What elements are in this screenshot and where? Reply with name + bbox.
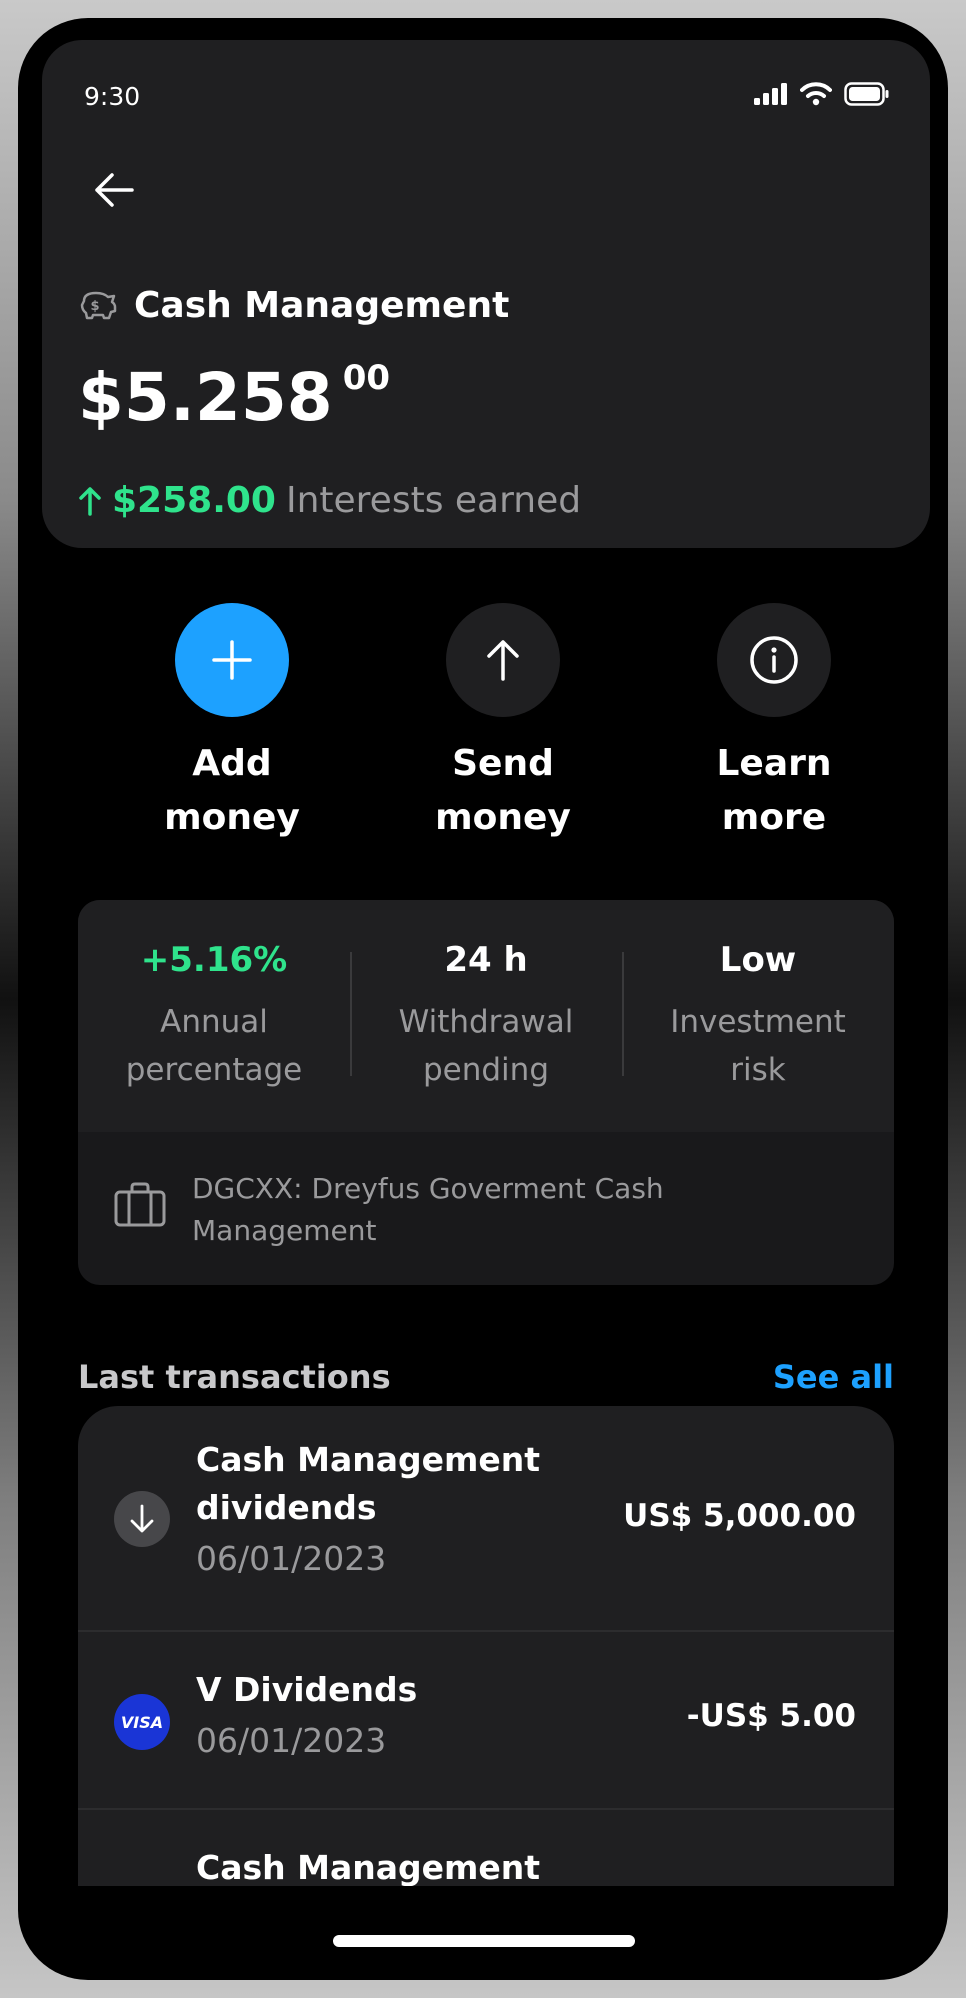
- stat-label: Annual percentage: [125, 1004, 303, 1088]
- page-title: Cash Management: [134, 285, 510, 326]
- balance: $5.258 00: [78, 358, 390, 438]
- see-all-link[interactable]: See all: [773, 1358, 894, 1396]
- transaction-row[interactable]: Cash Management dividends 06/01/2023 US$…: [78, 1406, 894, 1632]
- send-money-button[interactable]: Send money: [403, 603, 603, 845]
- fund-info-card: +5.16% Annual percentage 24 h Withdrawal…: [78, 900, 894, 1285]
- transaction-name: Cash Management dividends: [196, 1440, 541, 1527]
- piggy-bank-icon: $: [80, 291, 117, 319]
- send-money-label: Send money: [435, 743, 571, 838]
- arrow-left-icon: [95, 173, 134, 207]
- learn-more-label: Learn more: [716, 743, 832, 838]
- status-time: 9:30: [84, 82, 141, 111]
- quick-actions: Add money Send money Learn more: [18, 603, 948, 863]
- interest-row: $258.00 Interests earned: [78, 480, 581, 521]
- wifi-icon: [800, 82, 832, 106]
- learn-more-button[interactable]: Learn more: [674, 603, 874, 845]
- signal-icon: [754, 83, 787, 105]
- transaction-text: Cash Management: [196, 1844, 576, 1886]
- battery-icon: [844, 82, 889, 106]
- home-indicator[interactable]: [333, 1935, 635, 1947]
- transaction-name: V Dividends: [196, 1670, 418, 1709]
- stat-value: 24 h: [444, 940, 528, 980]
- account-header-card: 9:30 $ Cash Management $5.258 00 $258.00…: [42, 40, 930, 548]
- arrow-up-green-icon: [79, 486, 101, 516]
- stat-label: Withdrawal pending: [398, 1004, 574, 1088]
- transaction-text: Cash Management dividends 06/01/2023: [196, 1436, 576, 1586]
- transaction-row[interactable]: VISA V Dividends 06/01/2023 -US$ 5.00: [78, 1632, 894, 1810]
- plus-icon: [212, 640, 252, 680]
- arrow-down-icon: [114, 1491, 170, 1547]
- stat-annual-percentage: +5.16% Annual percentage: [78, 900, 350, 1132]
- learn-more-circle[interactable]: [717, 603, 831, 717]
- svg-text:$: $: [90, 299, 99, 314]
- transaction-date: 06/01/2023: [196, 1539, 387, 1578]
- transaction-amount: US$ 5,000.00: [623, 1498, 856, 1534]
- visa-logo: VISA: [114, 1694, 170, 1750]
- briefcase-icon: [114, 1182, 166, 1227]
- add-money-circle[interactable]: [175, 603, 289, 717]
- arrow-up-icon: [487, 640, 519, 681]
- transaction-date: 06/01/2023: [196, 1721, 387, 1760]
- transaction-amount: -US$ 5.00: [686, 1698, 856, 1734]
- add-money-button[interactable]: Add money: [132, 603, 332, 845]
- transactions-header: Last transactions See all: [78, 1358, 894, 1396]
- phone-frame: 9:30 $ Cash Management $5.258 00 $258.00…: [18, 18, 948, 1980]
- transaction-row[interactable]: Cash Management: [78, 1810, 894, 1886]
- stat-withdrawal: 24 h Withdrawal pending: [350, 900, 622, 1132]
- account-title-row: $ Cash Management: [78, 285, 509, 326]
- interest-amount: $258.00: [112, 480, 276, 521]
- fund-row: DGCXX: Dreyfus Goverment Cash Management: [114, 1168, 752, 1252]
- stat-investment-risk: Low Investment risk: [622, 900, 894, 1132]
- send-money-circle[interactable]: [446, 603, 560, 717]
- interest-label: Interests earned: [285, 480, 582, 521]
- transactions-title: Last transactions: [78, 1358, 391, 1396]
- stat-value: +5.16%: [140, 940, 288, 980]
- balance-amount: $5.258: [78, 359, 333, 436]
- fund-name: DGCXX: Dreyfus Goverment Cash Management: [192, 1172, 664, 1247]
- stat-label: Investment risk: [670, 1004, 846, 1088]
- info-icon: [750, 636, 798, 684]
- visa-logo-text: VISA: [120, 1712, 164, 1732]
- balance-cents: 00: [342, 358, 391, 398]
- transaction-name: Cash Management: [196, 1848, 541, 1886]
- back-button[interactable]: [84, 160, 144, 220]
- fund-stats: +5.16% Annual percentage 24 h Withdrawal…: [78, 900, 894, 1132]
- status-icons: [754, 82, 890, 106]
- add-money-label: Add money: [164, 743, 300, 838]
- transaction-text: V Dividends 06/01/2023: [196, 1666, 576, 1768]
- transactions-list: Cash Management dividends 06/01/2023 US$…: [78, 1406, 894, 1886]
- stat-value: Low: [719, 940, 797, 980]
